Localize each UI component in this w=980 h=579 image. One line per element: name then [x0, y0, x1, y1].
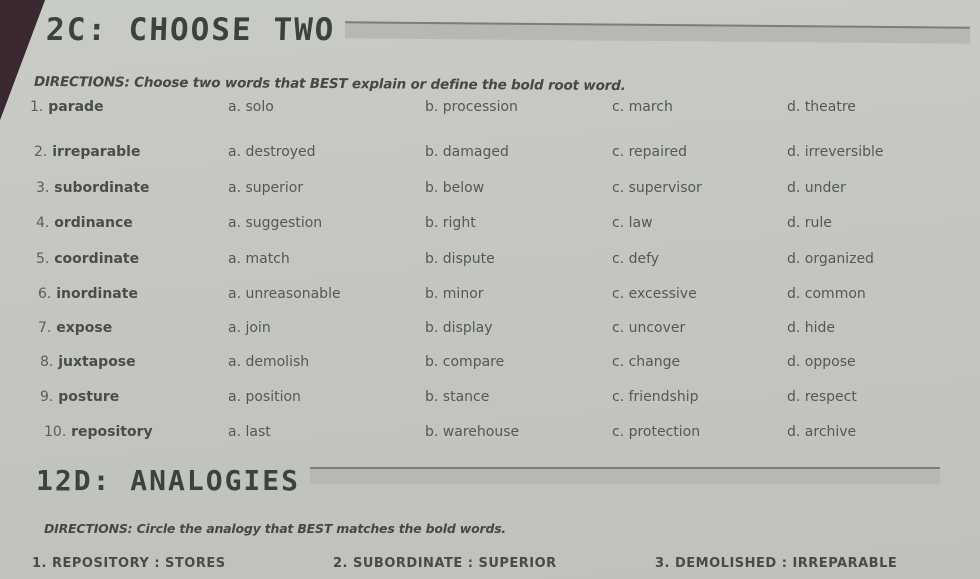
option-a[interactable]: a. position [228, 389, 301, 405]
title-underline-bar [310, 467, 940, 484]
option-b[interactable]: b. stance [425, 389, 489, 405]
root-word: subordinate [54, 180, 150, 196]
question-row: 10. repository a. last b. warehouse c. p… [0, 424, 980, 448]
option-c[interactable]: c. excessive [612, 286, 697, 302]
option-c[interactable]: c. protection [612, 424, 700, 440]
question-row: 2. irreparable a. destroyed b. damaged c… [0, 144, 980, 168]
option-d[interactable]: d. rule [787, 215, 832, 231]
analogy-item[interactable]: 1. REPOSITORY : STORES [32, 556, 226, 571]
option-d[interactable]: d. organized [787, 251, 874, 267]
option-a[interactable]: a. destroyed [228, 144, 316, 160]
option-b[interactable]: b. minor [425, 286, 484, 302]
option-c[interactable]: c. repaired [612, 144, 687, 160]
option-a[interactable]: a. demolish [228, 354, 309, 370]
option-a[interactable]: a. match [228, 251, 290, 267]
option-a[interactable]: a. join [228, 320, 271, 336]
option-b[interactable]: b. right [425, 215, 476, 231]
option-c[interactable]: c. law [612, 215, 653, 231]
root-word: coordinate [54, 251, 140, 267]
option-c[interactable]: c. march [612, 99, 673, 115]
question-word: 10. repository [44, 424, 153, 440]
root-word: irreparable [52, 144, 141, 160]
option-b[interactable]: b. display [425, 320, 493, 336]
question-word: 8. juxtapose [40, 354, 136, 370]
option-c[interactable]: c. uncover [612, 320, 685, 336]
question-row: 7. expose a. join b. display c. uncover … [0, 320, 980, 344]
option-d[interactable]: d. archive [787, 424, 856, 440]
option-a[interactable]: a. superior [228, 180, 303, 196]
root-word: ordinance [54, 215, 133, 231]
question-word: 4. ordinance [36, 215, 133, 231]
option-d[interactable]: d. irreversible [787, 144, 883, 160]
root-word: posture [58, 389, 120, 405]
question-word: 1. parade [30, 99, 104, 115]
option-d[interactable]: d. under [787, 180, 846, 196]
question-row: 3. subordinate a. superior b. below c. s… [0, 180, 980, 204]
option-b[interactable]: b. below [425, 180, 484, 196]
question-number: 8. [40, 354, 54, 370]
section-title-analogies: 12D: ANALOGIES [36, 464, 301, 497]
option-c[interactable]: c. change [612, 354, 680, 370]
question-number: 10. [44, 424, 67, 440]
option-b[interactable]: b. warehouse [425, 424, 519, 440]
option-a[interactable]: a. solo [228, 99, 274, 115]
question-number: 2. [34, 144, 48, 160]
option-b[interactable]: b. procession [425, 99, 518, 115]
question-number: 6. [38, 286, 52, 302]
root-word: parade [48, 99, 104, 115]
question-number: 1. [30, 99, 44, 115]
directions-analogies: DIRECTIONS: Circle the analogy that BEST… [44, 521, 506, 536]
question-row: 5. coordinate a. match b. dispute c. def… [0, 251, 980, 275]
question-row: 8. juxtapose a. demolish b. compare c. c… [0, 354, 980, 378]
question-row: 9. posture a. position b. stance c. frie… [0, 389, 980, 413]
question-row: 4. ordinance a. suggestion b. right c. l… [0, 215, 980, 239]
option-d[interactable]: d. theatre [787, 99, 856, 115]
question-row: 1. parade a. solo b. procession c. march… [0, 99, 980, 123]
option-c[interactable]: c. friendship [612, 389, 699, 405]
question-row: 6. inordinate a. unreasonable b. minor c… [0, 286, 980, 310]
analogy-item[interactable]: 3. DEMOLISHED : IRREPARABLE [655, 556, 897, 571]
question-word: 6. inordinate [38, 286, 138, 302]
root-word: expose [56, 320, 113, 336]
question-number: 5. [36, 251, 50, 267]
option-c[interactable]: c. defy [612, 251, 659, 267]
option-d[interactable]: d. respect [787, 389, 857, 405]
question-word: 3. subordinate [36, 180, 150, 196]
question-number: 7. [38, 320, 52, 336]
option-d[interactable]: d. common [787, 286, 866, 302]
question-word: 5. coordinate [36, 251, 139, 267]
question-word: 9. posture [40, 389, 119, 405]
option-c[interactable]: c. supervisor [612, 180, 702, 196]
root-word: juxtapose [58, 354, 136, 370]
option-d[interactable]: d. hide [787, 320, 835, 336]
root-word: repository [71, 424, 153, 440]
option-a[interactable]: a. last [228, 424, 271, 440]
option-d[interactable]: d. oppose [787, 354, 856, 370]
option-a[interactable]: a. unreasonable [228, 286, 341, 302]
question-number: 4. [36, 215, 50, 231]
question-number: 9. [40, 389, 54, 405]
analogy-item[interactable]: 2. SUBORDINATE : SUPERIOR [333, 556, 557, 571]
option-b[interactable]: b. dispute [425, 251, 495, 267]
option-a[interactable]: a. suggestion [228, 215, 322, 231]
section-title-choose-two: 2C: CHOOSE TWO [45, 12, 336, 48]
option-b[interactable]: b. damaged [425, 144, 509, 160]
option-b[interactable]: b. compare [425, 354, 504, 370]
question-word: 7. expose [38, 320, 112, 336]
question-number: 3. [36, 180, 50, 196]
root-word: inordinate [56, 286, 138, 302]
question-word: 2. irreparable [34, 144, 140, 160]
